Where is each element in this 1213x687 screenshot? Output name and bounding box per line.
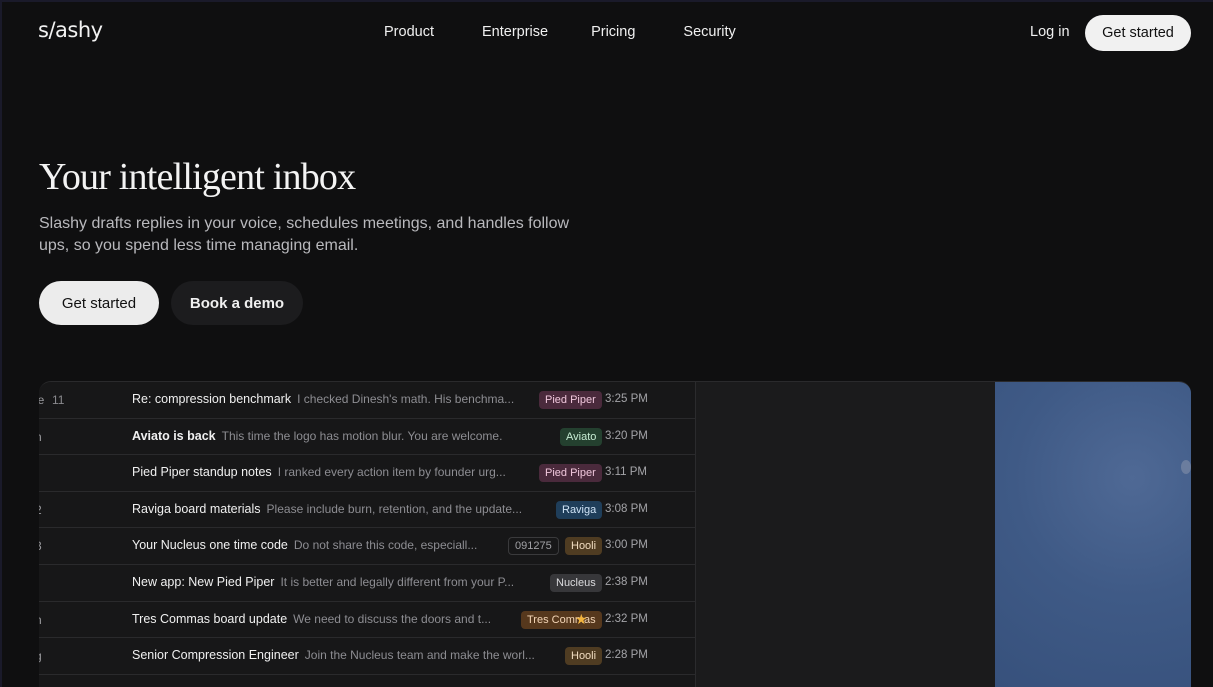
- verification-code-chip: 091275: [508, 537, 559, 556]
- email-snippet: We need to discuss the doors and t...: [293, 611, 492, 626]
- nav-link-pricing[interactable]: Pricing: [591, 24, 635, 40]
- hero-subtitle: Slashy drafts replies in your voice, sch…: [39, 215, 570, 254]
- label-tag[interactable]: Nucleus: [550, 574, 602, 592]
- email-snippet: Please include burn, retention, and the …: [266, 501, 523, 516]
- email-subject: Aviato is back This time the logo has mot…: [132, 429, 502, 443]
- nav-link-enterprise[interactable]: Enterprise: [482, 24, 548, 40]
- email-time: 3:00 PM: [605, 539, 648, 552]
- login-link[interactable]: Log in: [1030, 24, 1070, 40]
- email-snippet: This time the logo has motion blur. You …: [221, 428, 503, 443]
- image-detail: [1181, 460, 1191, 474]
- email-subject-text: Pied Piper standup notes: [132, 465, 272, 480]
- email-row[interactable]: n Tres Commas board update We need to disc…: [39, 602, 696, 639]
- email-subject: Raviga board materials Please include bur…: [132, 502, 522, 516]
- sender-fragment: n: [39, 430, 95, 444]
- sender-fragment: n: [39, 613, 95, 627]
- nav-link-security[interactable]: Security: [683, 24, 735, 40]
- email-snippet: I checked Dinesh's math. His benchma...: [297, 392, 515, 406]
- email-subject-text: New app: New Pied Piper: [132, 575, 275, 589]
- email-subject-text: Aviato is back: [132, 428, 216, 443]
- sender-fragment: le: [39, 393, 95, 407]
- email-time: 3:25 PM: [605, 393, 648, 405]
- email-row[interactable]: 3 Your Nucleus one time code Do not share …: [39, 528, 696, 565]
- email-row[interactable]: le11 Re: compression benchmark I checked D…: [39, 382, 696, 419]
- email-snippet: Join the Nucleus team and make the worl.…: [304, 648, 535, 663]
- email-subject: New app: New Pied Piper It is better and …: [132, 575, 514, 589]
- email-time: 2:38 PM: [605, 576, 648, 588]
- email-row[interactable]: New app: New Pied Piper It is better and …: [39, 565, 696, 602]
- email-subject: Tres Commas board update We need to discu…: [132, 612, 491, 626]
- star-icon[interactable]: ★: [575, 611, 588, 628]
- email-subject-text: Raviga board materials: [132, 501, 261, 516]
- label-tag[interactable]: Tres Commas: [521, 610, 602, 629]
- nav-get-started-button[interactable]: Get started: [1085, 15, 1191, 51]
- email-row[interactable]: Pied Piper standup notes I ranked every a…: [39, 455, 696, 492]
- email-subject: Re: compression benchmark I checked Dines…: [132, 392, 514, 406]
- email-time: 3:11 PM: [605, 466, 647, 479]
- email-subject: Senior Compression Engineer Join the Nucl…: [132, 648, 535, 662]
- sender-fragment: g: [39, 649, 95, 663]
- label-tag[interactable]: Aviato: [560, 427, 603, 446]
- thread-count: 11: [52, 393, 65, 407]
- get-started-button[interactable]: Get started: [39, 281, 159, 325]
- email-time: 2:32 PM: [605, 612, 648, 625]
- email-list: le11 Re: compression benchmark I checked D…: [39, 382, 696, 687]
- app-preview: le11 Re: compression benchmark I checked D…: [39, 381, 1191, 687]
- email-detail-pane: [696, 382, 995, 687]
- email-time: 2:28 PM: [605, 649, 648, 662]
- label-tag[interactable]: Raviga: [556, 500, 603, 519]
- email-subject: Pied Piper standup notes I ranked every a…: [132, 465, 506, 479]
- preview-background-image: [995, 382, 1191, 687]
- email-subject-text: Your Nucleus one time code: [132, 538, 288, 553]
- book-demo-button[interactable]: Book a demo: [171, 281, 303, 325]
- email-row[interactable]: g Senior Compression Engineer Join the Nuc…: [39, 638, 696, 675]
- nav-link-product[interactable]: Product: [384, 24, 434, 40]
- sender-fragment: 3: [39, 539, 95, 553]
- email-snippet: Do not share this code, especiall...: [293, 538, 478, 553]
- nav-links: Product Enterprise Pricing Security: [384, 24, 784, 40]
- email-subject-text: Tres Commas board update: [132, 611, 288, 626]
- email-subject: Your Nucleus one time code Do not share t…: [132, 538, 477, 552]
- hero-title: Your intelligent inbox: [39, 156, 356, 198]
- label-tag[interactable]: Hooli: [565, 537, 603, 556]
- email-row[interactable]: 2 Raviga board materials Please include bu…: [39, 492, 696, 529]
- logo[interactable]: s/ashy: [38, 18, 103, 42]
- top-nav: s/ashy Product Enterprise Pricing Securi…: [2, 2, 1213, 64]
- sender-fragment: 2: [39, 503, 95, 517]
- label-tag[interactable]: Pied Piper: [539, 464, 602, 483]
- email-subject-text: Senior Compression Engineer: [132, 648, 299, 663]
- email-time: 3:08 PM: [605, 502, 648, 515]
- label-tag[interactable]: Pied Piper: [539, 391, 602, 409]
- email-time: 3:20 PM: [605, 429, 648, 442]
- label-tag[interactable]: Hooli: [565, 647, 603, 666]
- email-snippet: I ranked every action item by founder ur…: [277, 465, 506, 480]
- email-snippet: It is better and legally different from …: [280, 575, 515, 589]
- email-subject-text: Re: compression benchmark: [132, 392, 292, 406]
- email-row[interactable]: n Aviato is back This time the logo has mo…: [39, 419, 696, 456]
